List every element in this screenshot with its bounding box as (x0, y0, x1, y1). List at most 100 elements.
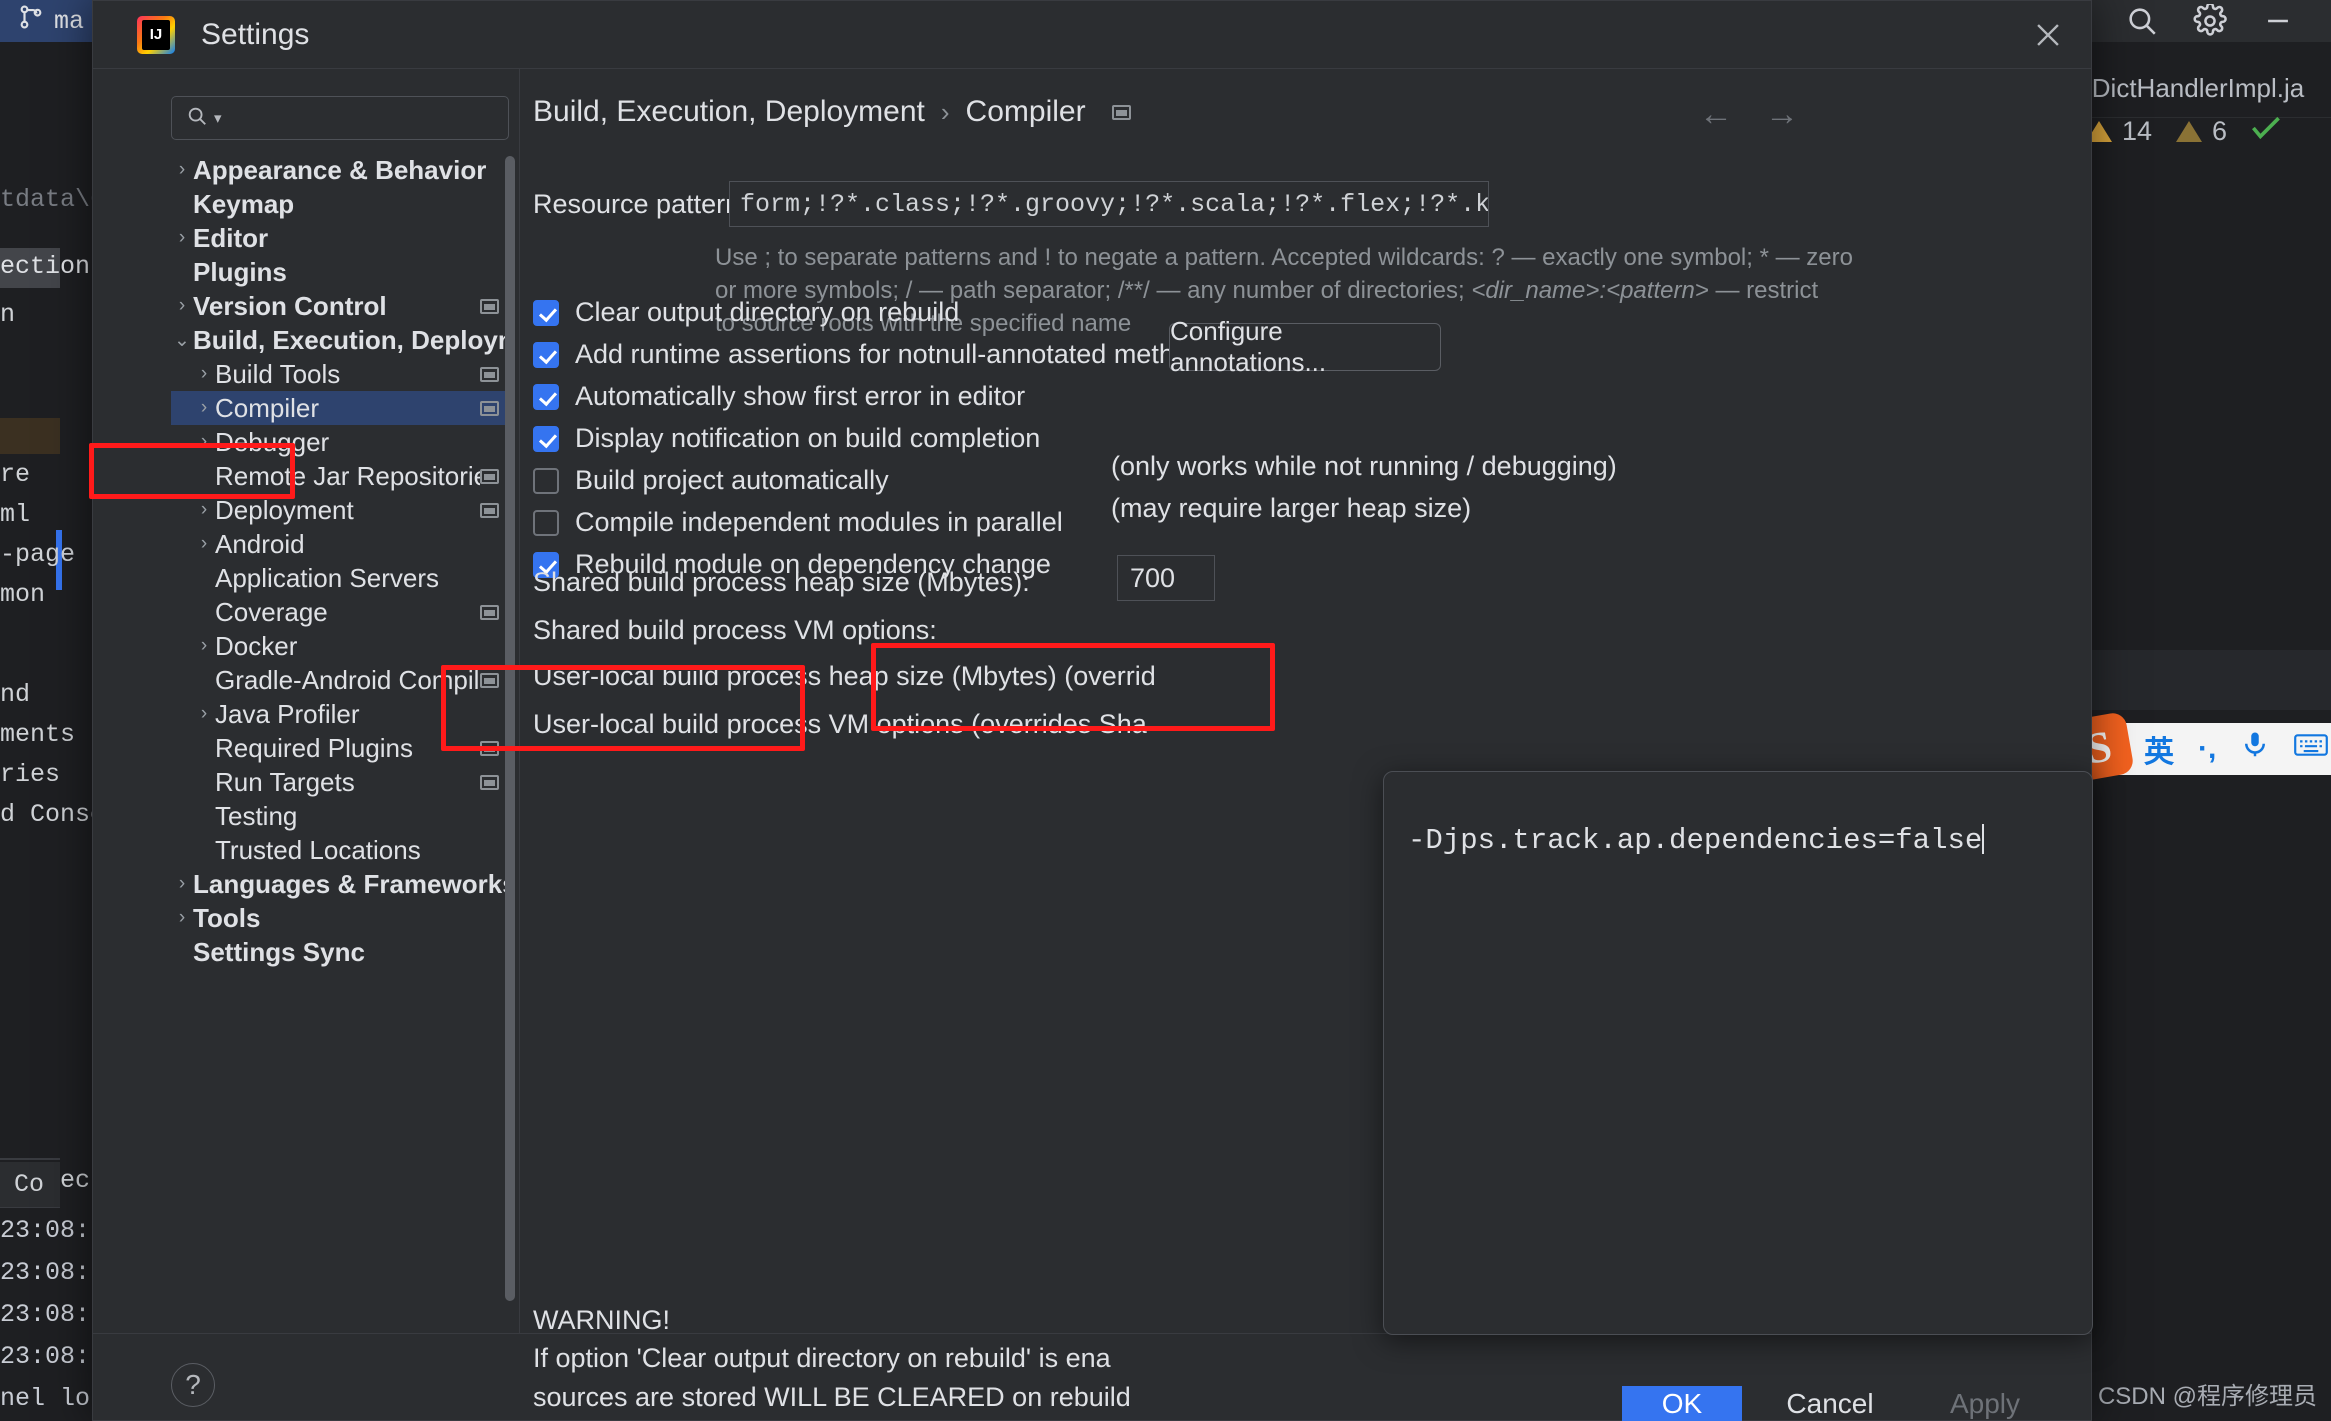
vm-options-popup[interactable]: -Djps.track.ap.dependencies=false (1383, 771, 2093, 1335)
chevron-right-icon[interactable]: › (171, 159, 193, 181)
chevron-right-icon[interactable]: › (171, 227, 193, 249)
checkbox-row[interactable]: Display notification on build completion (533, 423, 1040, 454)
project-tree-item[interactable]: n (0, 300, 15, 329)
chevron-right-icon[interactable]: › (193, 397, 215, 419)
ime-lang-label[interactable]: 英 (2144, 727, 2174, 771)
checkbox-row[interactable]: Clear output directory on rebuild (533, 297, 959, 328)
help-line-2b: <dir_name>:<pattern> (1471, 277, 1709, 305)
apply-button[interactable]: Apply (1920, 1386, 2050, 1421)
chevron-right-icon[interactable]: › (171, 873, 193, 895)
project-tree-item[interactable]: mon (0, 580, 45, 609)
weak-warning-icon (2176, 120, 2203, 142)
sidebar-item-label: Android (215, 528, 305, 559)
help-line-2c: — restrict (1708, 277, 1819, 305)
project-tree-item[interactable]: nd (0, 680, 30, 709)
close-icon[interactable] (2031, 18, 2065, 52)
breadcrumb-root[interactable]: Build, Execution, Deployment (533, 95, 925, 129)
arrow-left-icon[interactable]: ← (1699, 95, 1733, 134)
configure-annotations-button[interactable]: Configure annotations... (1169, 316, 1441, 377)
console-log-line: nel lo (0, 1384, 91, 1413)
console-log-line: 23:08: (0, 1300, 91, 1329)
inspections-widget[interactable]: 14 6 (2086, 105, 2283, 157)
sidebar-item-label: Build Tools (215, 358, 341, 389)
sidebar-item-plugins[interactable]: Plugins (171, 255, 509, 289)
chevron-right-icon[interactable]: › (193, 533, 215, 555)
project-tree-item[interactable]: re (0, 460, 30, 489)
project-tree-item[interactable]: -page (0, 540, 75, 569)
checkbox-label: Clear output directory on rebuild (575, 297, 960, 327)
project-tree-highlight-band (0, 418, 60, 454)
sidebar-item-compiler[interactable]: › Compiler (171, 391, 509, 425)
checkbox-checked-icon[interactable] (533, 299, 559, 326)
project-tree-item[interactable]: d Consc (0, 800, 105, 829)
sidebar-item-build-execution-deployment[interactable]: ⌄Build, Execution, Deployment (171, 323, 509, 357)
annotation-vm-options-value (871, 643, 1275, 731)
annotation-vm-options-label (441, 665, 805, 751)
sidebar-item-android[interactable]: › Android (171, 527, 509, 561)
ok-button[interactable]: OK (1622, 1386, 1742, 1421)
chevron-right-icon[interactable]: › (193, 635, 215, 657)
project-tree-item[interactable]: ments (0, 720, 75, 749)
vm-options-popup-text[interactable]: -Djps.track.ap.dependencies=false (1408, 824, 1985, 857)
sidebar-item-build-tools[interactable]: › Build Tools (171, 357, 509, 391)
sidebar-item-languages-frameworks[interactable]: › Languages & Frameworks (171, 867, 509, 901)
sidebar-item-docker[interactable]: › Docker (171, 629, 509, 663)
sidebar-item-run-targets[interactable]: Run Targets (171, 765, 509, 799)
arrow-right-icon[interactable]: → (1765, 95, 1799, 134)
project-tree-selected-row[interactable]: ection- (0, 248, 105, 288)
sidebar-item-label: Version Control (193, 290, 387, 321)
checkbox-row[interactable]: Build project automatically (533, 465, 889, 496)
project-tree-item[interactable]: ries (0, 760, 60, 789)
checkbox-checked-icon[interactable] (533, 341, 559, 368)
editor-tab-label: lDictHandlerImpl.ja (2086, 73, 2305, 103)
chevron-down-icon[interactable]: ⌄ (171, 329, 193, 352)
warning-line-1: If option 'Clear output directory on reb… (533, 1343, 1111, 1374)
resource-patterns-input[interactable]: form;!?*.class;!?*.groovy;!?*.scala;!?*.… (729, 181, 1489, 227)
mic-icon[interactable] (2240, 730, 2270, 768)
chevron-right-icon[interactable]: › (171, 295, 193, 317)
keyboard-icon[interactable] (2294, 732, 2329, 766)
chevron-down-icon[interactable]: ▾ (214, 109, 222, 127)
checkbox-row[interactable]: Automatically show first error in editor (533, 381, 1025, 412)
checkbox-unchecked-icon[interactable] (533, 509, 559, 536)
sidebar-item-label: Testing (215, 800, 298, 831)
sidebar-item-keymap[interactable]: Keymap (171, 187, 509, 221)
chevron-right-icon[interactable]: › (193, 363, 215, 385)
checkbox-checked-icon[interactable] (533, 383, 559, 410)
sidebar-item-settings-sync[interactable]: Settings Sync (171, 935, 509, 969)
resource-patterns-row: Resource patterns: form;!?*.class;!?*.gr… (533, 181, 1489, 227)
sidebar-item-version-control[interactable]: › Version Control (171, 289, 509, 323)
checkmark-icon (2249, 114, 2283, 149)
search-field[interactable] (227, 104, 538, 132)
sidebar-item-appearance-behavior[interactable]: › Appearance & Behavior (171, 153, 509, 187)
shared-heap-label: Shared build process heap size (Mbytes): (533, 567, 1030, 597)
shared-heap-input[interactable]: 700 (1117, 555, 1215, 601)
gear-icon[interactable] (2193, 4, 2227, 38)
checkbox-label: Build project automatically (575, 465, 889, 495)
sidebar-item-testing[interactable]: Testing (171, 799, 509, 833)
project-scope-icon (480, 366, 499, 382)
weak-warning-count: 6 (2212, 115, 2228, 146)
breadcrumb-leaf: Compiler (965, 95, 1086, 128)
chevron-right-icon[interactable]: › (193, 703, 215, 725)
chevron-right-icon[interactable]: › (193, 499, 215, 521)
cancel-button[interactable]: Cancel (1760, 1386, 1900, 1421)
sidebar-item-editor[interactable]: › Editor (171, 221, 509, 255)
sidebar-item-coverage[interactable]: Coverage (171, 595, 509, 629)
checkbox-row[interactable]: Compile independent modules in parallel (533, 507, 1063, 538)
chevron-right-icon[interactable]: › (171, 907, 193, 929)
project-tree-item[interactable]: ml (0, 500, 30, 529)
search-input[interactable]: ▾ (171, 96, 538, 140)
console-header: Co (0, 1162, 60, 1208)
editor-area[interactable] (2086, 160, 2331, 650)
checkbox-unchecked-icon[interactable] (533, 467, 559, 494)
sidebar-item-application-servers[interactable]: Application Servers (171, 561, 509, 595)
ime-punctuation-label[interactable]: ·, (2198, 732, 2216, 766)
sidebar-item-trusted-locations[interactable]: Trusted Locations (171, 833, 509, 867)
checkbox-checked-icon[interactable] (533, 425, 559, 452)
minimize-icon[interactable] (2261, 4, 2295, 38)
sidebar-item-tools[interactable]: › Tools (171, 901, 509, 935)
search-icon[interactable] (2125, 4, 2159, 38)
checkbox-label: Display notification on build completion (575, 423, 1041, 453)
project-scope-icon (480, 468, 499, 484)
